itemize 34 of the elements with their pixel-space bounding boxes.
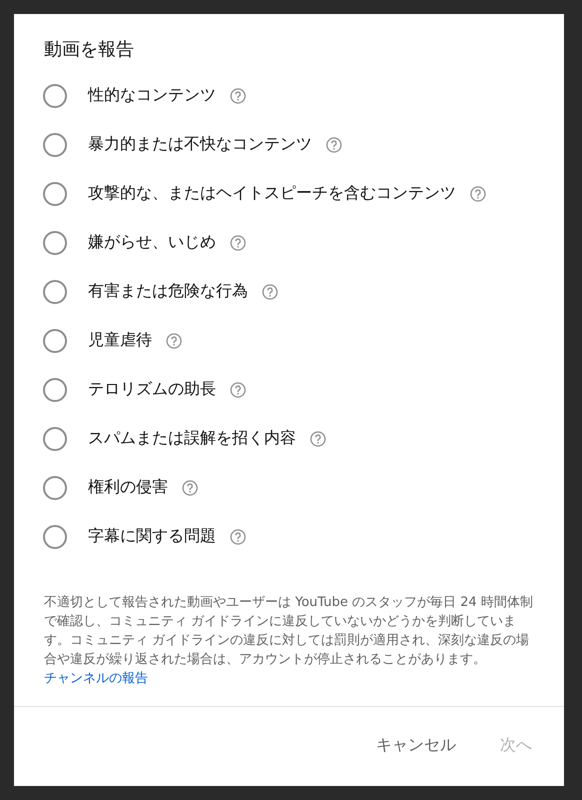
cancel-button[interactable]: キャンセル bbox=[362, 727, 470, 764]
option-label[interactable]: テロリズムの助長 bbox=[88, 379, 216, 400]
option-label[interactable]: 攻撃的な、またはヘイトスピーチを含むコンテンツ bbox=[88, 183, 456, 204]
radio-button[interactable] bbox=[43, 84, 67, 108]
notice-text: 不適切として報告された動画やユーザーは YouTube のスタッフが毎日 24 時間体制で確認し、コミュニティ ガイドラインに違反していないかどうかを判断しています。コミュニティ ガイドラインの違反に対しては罰則が適用され、深刻な違反の場合や違反が繰り返された場合は、アカウントが停止されることがあります。 チャンネルの報告 bbox=[44, 594, 534, 688]
dialog-title: 動画を報告 bbox=[43, 38, 135, 62]
option-label[interactable]: 権利の侵害 bbox=[88, 477, 168, 498]
option-label[interactable]: 嫌がらせ、いじめ bbox=[88, 232, 216, 253]
radio-button[interactable] bbox=[43, 524, 67, 548]
help-icon[interactable] bbox=[182, 480, 198, 496]
help-icon[interactable] bbox=[166, 332, 182, 348]
help-icon[interactable] bbox=[326, 136, 342, 152]
option-label[interactable]: 有害または危険な行為 bbox=[88, 281, 248, 302]
option-label[interactable]: 暴力的または不快なコンテンツ bbox=[88, 134, 312, 155]
radio-button[interactable] bbox=[43, 328, 67, 352]
help-icon[interactable] bbox=[230, 528, 246, 544]
channel-report-link[interactable]: チャンネルの報告 bbox=[44, 671, 148, 686]
help-icon[interactable] bbox=[230, 382, 246, 398]
option-label[interactable]: スパムまたは誤解を招く内容 bbox=[88, 428, 296, 449]
radio-button[interactable] bbox=[43, 378, 67, 402]
help-icon[interactable] bbox=[230, 234, 246, 250]
radio-button[interactable] bbox=[43, 476, 67, 500]
radio-button[interactable] bbox=[43, 280, 67, 304]
radio-button[interactable] bbox=[43, 426, 67, 450]
help-icon[interactable] bbox=[262, 284, 278, 300]
radio-button[interactable] bbox=[43, 182, 67, 206]
help-icon[interactable] bbox=[310, 430, 326, 446]
radio-button[interactable] bbox=[43, 230, 67, 254]
help-icon[interactable] bbox=[230, 88, 246, 104]
option-label[interactable]: 字幕に関する問題 bbox=[88, 526, 216, 547]
help-icon[interactable] bbox=[470, 186, 486, 202]
option-label[interactable]: 児童虐待 bbox=[88, 330, 152, 351]
radio-button[interactable] bbox=[43, 132, 67, 156]
option-label[interactable]: 性的なコンテンツ bbox=[88, 85, 216, 106]
